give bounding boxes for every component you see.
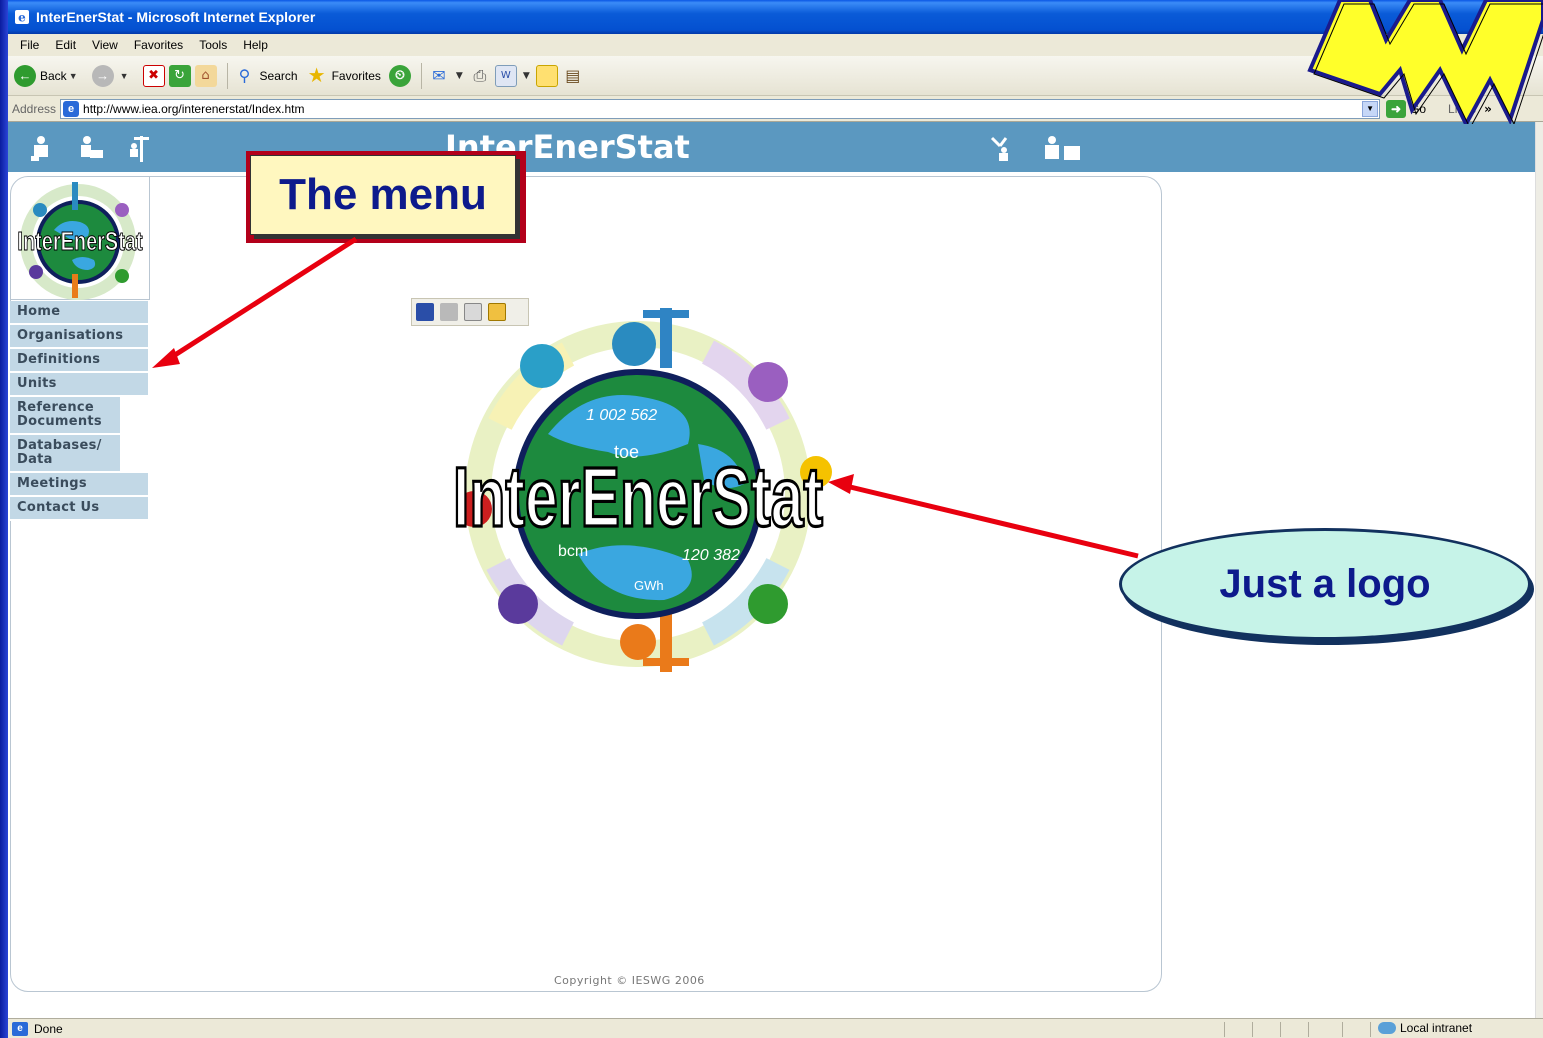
nav-item-organisations[interactable]: Organisations: [10, 325, 148, 349]
vertical-scrollbar[interactable]: [1535, 122, 1543, 1018]
back-arrow-icon: ←: [14, 64, 36, 87]
turbine-worker-icon: [990, 136, 1008, 161]
back-label: Back: [40, 68, 67, 83]
slide-background: [0, 0, 8, 1038]
nav-menu: Home Organisations Definitions Units Ref…: [10, 301, 148, 521]
menu-favorites[interactable]: Favorites: [126, 38, 191, 52]
worker-icon: [31, 136, 48, 161]
ie-icon: e: [15, 10, 29, 25]
forward-arrow-icon: →: [91, 64, 114, 87]
security-zone: Local intranet: [1378, 1021, 1472, 1035]
globe-label-bcm: bcm: [558, 543, 588, 560]
menu-file[interactable]: File: [12, 38, 47, 52]
back-dropdown-icon[interactable]: ▼: [69, 71, 78, 81]
menu-help[interactable]: Help: [235, 38, 276, 52]
site-header: InterEnerStat: [8, 122, 1535, 172]
logo-main-text: InterEnerStat: [453, 451, 823, 544]
status-divider: [1370, 1022, 1371, 1037]
nav-item-definitions[interactable]: Definitions: [10, 349, 148, 373]
window-title: InterEnerStat - Microsoft Internet Explo…: [36, 9, 316, 25]
print-icon[interactable]: ⎙: [469, 65, 491, 87]
page-status-icon: e: [12, 1021, 28, 1036]
research-icon[interactable]: ▤: [562, 65, 584, 87]
back-button[interactable]: ← Back ▼: [14, 64, 84, 87]
pylon-worker-icon: [130, 136, 149, 162]
favorites-star-icon: ★: [307, 65, 326, 87]
worker-car-icon: [81, 136, 103, 158]
edit-dropdown-icon[interactable]: ▼: [523, 71, 530, 81]
discuss-icon[interactable]: [535, 64, 558, 87]
forward-button[interactable]: → ▼: [91, 64, 135, 87]
main-logo: 1 002 562 bcm 120 382 GWh toe InterEnerS…: [452, 308, 832, 672]
callout-logo: Just a logo: [1119, 528, 1531, 640]
search-icon: ⚲: [238, 67, 251, 85]
nav-item-home[interactable]: Home: [10, 301, 148, 325]
status-divider: [1308, 1022, 1309, 1037]
nav-item-contact-us[interactable]: Contact Us: [10, 497, 148, 521]
copyright: Copyright © IESWG 2006: [554, 974, 705, 987]
site-logo-small[interactable]: InterEnerStat: [10, 176, 150, 300]
nav-item-databases-data[interactable]: Databases/ Data: [10, 435, 120, 473]
status-text: Done: [34, 1021, 63, 1036]
worker-barrel-icon: [1045, 136, 1080, 160]
status-bar: e Done Local intranet: [8, 1018, 1543, 1038]
menu-edit[interactable]: Edit: [47, 38, 84, 52]
nav-item-meetings[interactable]: Meetings: [10, 473, 148, 497]
page-icon: e: [63, 100, 80, 117]
history-icon[interactable]: ⏲: [388, 64, 411, 87]
address-label: Address: [12, 101, 57, 116]
nav-item-units[interactable]: Units: [10, 373, 148, 397]
address-url: http://www.iea.org/interenerstat/Index.h…: [83, 101, 305, 116]
mail-icon[interactable]: ✉: [428, 65, 450, 87]
intranet-icon: [1378, 1022, 1396, 1034]
browser-window: e InterEnerStat - Microsoft Internet Exp…: [8, 0, 1543, 1038]
save-icon[interactable]: [416, 303, 434, 321]
callout-menu: The menu: [250, 155, 516, 235]
stop-icon[interactable]: ✖: [142, 64, 165, 87]
globe-logo-small-icon: InterEnerStat: [17, 182, 143, 300]
address-input[interactable]: e http://www.iea.org/interenerstat/Index…: [60, 98, 1381, 119]
search-button[interactable]: ⚲ Search: [234, 65, 298, 87]
globe-label-gwh: GWh: [634, 578, 664, 593]
menu-view[interactable]: View: [84, 38, 126, 52]
forward-dropdown-icon[interactable]: ▼: [120, 71, 129, 81]
toolbar-separator: [420, 62, 422, 89]
mail-dropdown-icon[interactable]: ▼: [456, 71, 463, 81]
home-icon[interactable]: ⌂: [194, 64, 217, 87]
status-divider: [1224, 1022, 1225, 1037]
search-label: Search: [259, 68, 298, 83]
globe-label-number: 1 002 562: [586, 407, 657, 424]
toolbar-separator: [226, 62, 228, 89]
refresh-icon[interactable]: ↻: [168, 64, 191, 87]
nav-item-reference-documents[interactable]: Reference Documents: [10, 397, 120, 435]
status-divider: [1342, 1022, 1343, 1037]
menu-tools[interactable]: Tools: [191, 38, 235, 52]
favorites-label: Favorites: [331, 68, 381, 83]
starburst-icon: [1307, 0, 1543, 124]
zone-label: Local intranet: [1400, 1021, 1473, 1035]
favorites-button[interactable]: ★ Favorites: [306, 65, 381, 87]
status-divider: [1280, 1022, 1281, 1037]
edit-word-icon[interactable]: W: [494, 64, 517, 87]
logo-small-text: InterEnerStat: [17, 226, 142, 255]
status-divider: [1252, 1022, 1253, 1037]
svg-text:e: e: [18, 11, 26, 25]
globe-label-number-2: 120 382: [682, 547, 740, 564]
